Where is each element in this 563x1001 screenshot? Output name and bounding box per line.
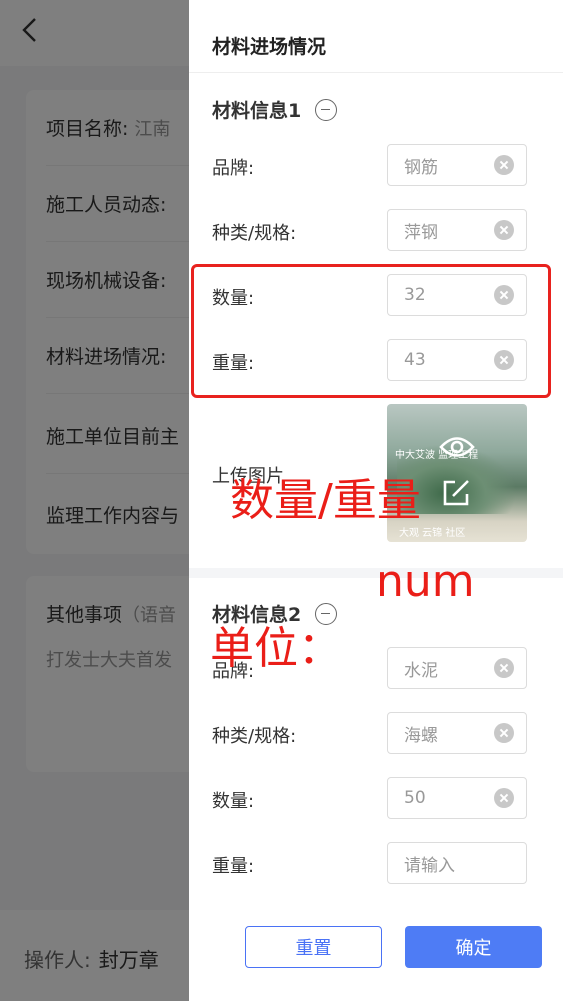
highlight-box xyxy=(191,264,551,398)
spec-input[interactable]: 萍钢 xyxy=(387,209,527,251)
clear-icon[interactable] xyxy=(494,220,514,240)
reset-button[interactable]: 重置 xyxy=(245,926,382,968)
annotation-text-3: 单位： xyxy=(210,623,342,674)
remove-circle-icon[interactable] xyxy=(315,98,338,121)
drawer-title: 材料进场情况 xyxy=(212,36,327,58)
annotation-text-2: num xyxy=(376,556,475,607)
brand-input[interactable]: 钢筋 xyxy=(387,144,527,186)
brand-input[interactable]: 水泥 xyxy=(387,647,527,689)
weight-placeholder: 请输入 xyxy=(404,855,455,876)
spec-value: 海螺 xyxy=(404,725,438,746)
clear-icon[interactable] xyxy=(494,788,514,808)
confirm-button[interactable]: 确定 xyxy=(405,926,542,968)
section1-title: 材料信息1 xyxy=(212,100,302,122)
spec-label: 种类/规格: xyxy=(212,726,297,747)
clear-icon[interactable] xyxy=(494,723,514,743)
spec-label: 种类/规格: xyxy=(212,223,297,244)
weight-input[interactable]: 请输入 xyxy=(387,842,527,884)
section1-header: 材料信息1 xyxy=(212,96,338,123)
brand-label: 品牌: xyxy=(212,158,255,179)
edit-icon[interactable] xyxy=(441,478,471,508)
clear-icon[interactable] xyxy=(494,155,514,175)
eye-icon[interactable] xyxy=(439,434,475,460)
quantity-value: 50 xyxy=(404,788,426,808)
quantity-label: 数量: xyxy=(212,791,255,812)
brand-value: 钢筋 xyxy=(404,157,438,178)
brand-value: 水泥 xyxy=(404,660,438,681)
clear-icon[interactable] xyxy=(494,658,514,678)
weight-label: 重量: xyxy=(212,856,255,877)
annotation-text-1: 数量/重量 xyxy=(230,475,421,526)
spec-input[interactable]: 海螺 xyxy=(387,712,527,754)
divider xyxy=(189,72,563,73)
spec-value: 萍钢 xyxy=(404,222,438,243)
quantity-input[interactable]: 50 xyxy=(387,777,527,819)
